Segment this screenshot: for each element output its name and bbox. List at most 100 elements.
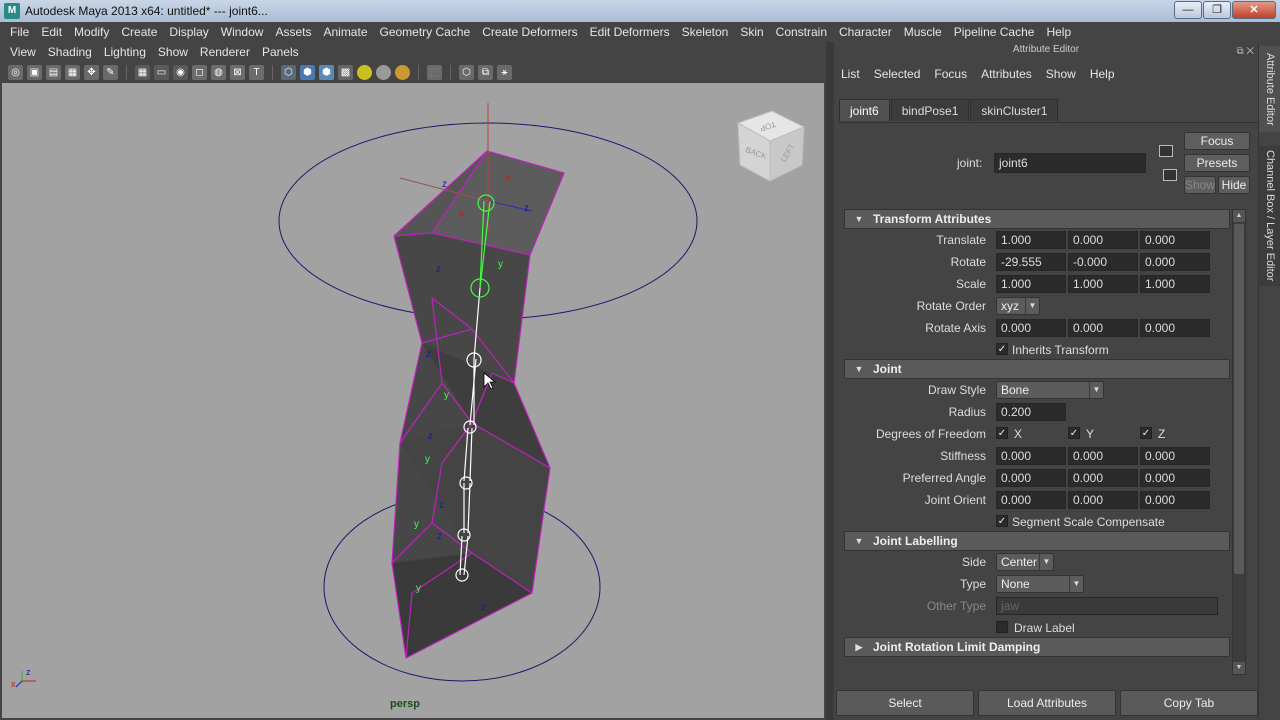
twisted-mesh[interactable] (391, 150, 565, 659)
rotate-axis-z-field[interactable]: 0.000 (1140, 319, 1210, 337)
draw-label-checkbox[interactable] (996, 621, 1008, 633)
translate-x-field[interactable]: 1.000 (996, 231, 1066, 249)
vp-menu-panels[interactable]: Panels (256, 45, 305, 59)
tab-joint6[interactable]: joint6 (839, 99, 890, 121)
ae-menu-selected[interactable]: Selected (867, 67, 928, 81)
rotate-axis-y-field[interactable]: 0.000 (1068, 319, 1138, 337)
rotate-order-dropdown[interactable]: xyz ▼ (996, 297, 1040, 315)
panel-splitter[interactable] (826, 42, 834, 720)
radius-field[interactable]: 0.200 (996, 403, 1066, 421)
node-name-field[interactable]: joint6 (994, 153, 1146, 173)
menu-modify[interactable]: Modify (68, 25, 115, 39)
joint-orient-y-field[interactable]: 0.000 (1068, 491, 1138, 509)
wireframe-icon[interactable]: ⬡ (281, 64, 296, 80)
preferred-angle-z-field[interactable]: 0.000 (1140, 469, 1210, 487)
output-connections-icon[interactable] (1163, 169, 1177, 181)
translate-y-field[interactable]: 0.000 (1068, 231, 1138, 249)
safe-title-icon[interactable]: T (249, 64, 264, 80)
stiffness-y-field[interactable]: 0.000 (1068, 447, 1138, 465)
menu-skin[interactable]: Skin (734, 25, 769, 39)
menu-geometry-cache[interactable]: Geometry Cache (374, 25, 477, 39)
resolution-gate-icon[interactable]: ◉ (173, 64, 188, 80)
ae-menu-list[interactable]: List (834, 67, 867, 81)
lights-icon[interactable] (357, 64, 372, 80)
select-camera-icon[interactable]: ◎ (8, 64, 23, 80)
vp-menu-shading[interactable]: Shading (42, 45, 98, 59)
show-button[interactable]: Show (1184, 176, 1216, 194)
shadows-icon[interactable] (376, 64, 391, 80)
section-joint-labelling[interactable]: ▼ Joint Labelling (844, 531, 1230, 551)
smooth-shade-icon[interactable]: ⬢ (300, 64, 315, 80)
xray-joints-icon[interactable]: ⧉ (478, 64, 493, 80)
minimize-button[interactable]: — (1174, 1, 1202, 19)
menu-window[interactable]: Window (215, 25, 270, 39)
scale-x-field[interactable]: 1.000 (996, 275, 1066, 293)
scale-y-field[interactable]: 1.000 (1068, 275, 1138, 293)
maximize-button[interactable]: ❐ (1203, 1, 1231, 19)
menu-create-deformers[interactable]: Create Deformers (476, 25, 583, 39)
float-panel-icon[interactable]: ⧉ ✕ (1236, 44, 1254, 60)
stiffness-x-field[interactable]: 0.000 (996, 447, 1066, 465)
menu-edit-deformers[interactable]: Edit Deformers (584, 25, 676, 39)
isolate-select-icon[interactable]: ⬚ (427, 64, 442, 80)
close-button[interactable]: ✕ (1232, 1, 1276, 19)
field-chart-icon[interactable]: ◍ (211, 64, 226, 80)
tab-skincluster1[interactable]: skinCluster1 (970, 99, 1059, 121)
bookmarks-icon[interactable]: ▤ (46, 64, 61, 80)
film-gate-icon[interactable]: ▭ (154, 64, 169, 80)
menu-create[interactable]: Create (115, 25, 163, 39)
preferred-angle-y-field[interactable]: 0.000 (1068, 469, 1138, 487)
select-button[interactable]: Select (836, 690, 974, 716)
persp-viewport[interactable]: z x x z z y z y z y z y z y z TOP BACK L… (2, 83, 824, 718)
section-joint[interactable]: ▼ Joint (844, 359, 1230, 379)
rotate-x-field[interactable]: -29.555 (996, 253, 1066, 271)
high-quality-icon[interactable] (395, 64, 410, 80)
scroll-down-icon[interactable]: ▼ (1233, 662, 1245, 674)
menu-skeleton[interactable]: Skeleton (676, 25, 735, 39)
gate-mask-icon[interactable]: ◻ (192, 64, 207, 80)
safe-action-icon[interactable]: ⊠ (230, 64, 245, 80)
copy-tab-button[interactable]: Copy Tab (1120, 690, 1258, 716)
joint-orient-x-field[interactable]: 0.000 (996, 491, 1066, 509)
side-dropdown[interactable]: Center ▼ (996, 553, 1054, 571)
vp-menu-show[interactable]: Show (152, 45, 194, 59)
focus-button[interactable]: Focus (1184, 132, 1250, 150)
rotate-axis-x-field[interactable]: 0.000 (996, 319, 1066, 337)
other-type-field[interactable]: jaw (996, 597, 1218, 615)
hide-button[interactable]: Hide (1218, 176, 1250, 194)
dof-y-checkbox[interactable]: ✓ (1068, 427, 1080, 439)
vp-menu-renderer[interactable]: Renderer (194, 45, 256, 59)
grid-icon[interactable]: ▦ (135, 64, 150, 80)
stiffness-z-field[interactable]: 0.000 (1140, 447, 1210, 465)
ae-menu-help[interactable]: Help (1083, 67, 1122, 81)
section-joint-rotation-limit-damping[interactable]: ▶ Joint Rotation Limit Damping (844, 637, 1230, 657)
joint-orient-z-field[interactable]: 0.000 (1140, 491, 1210, 509)
textured-icon[interactable]: ▩ (338, 64, 353, 80)
tab-bindpose1[interactable]: bindPose1 (890, 99, 970, 121)
menu-display[interactable]: Display (163, 25, 214, 39)
image-plane-icon[interactable]: ▦ (65, 64, 80, 80)
ae-menu-attributes[interactable]: Attributes (974, 67, 1039, 81)
section-transform-attributes[interactable]: ▼ Transform Attributes (844, 209, 1230, 229)
type-dropdown[interactable]: None ▼ (996, 575, 1084, 593)
menu-pipeline-cache[interactable]: Pipeline Cache (948, 25, 1041, 39)
vp-menu-view[interactable]: View (4, 45, 42, 59)
hardware-texture-icon[interactable]: ⚹ (497, 64, 512, 80)
segment-scale-checkbox[interactable]: ✓ (996, 515, 1008, 527)
two-d-pan-icon[interactable]: ✥ (84, 64, 99, 80)
preferred-angle-x-field[interactable]: 0.000 (996, 469, 1066, 487)
rotate-z-field[interactable]: 0.000 (1140, 253, 1210, 271)
menu-character[interactable]: Character (833, 25, 898, 39)
inherits-transform-checkbox[interactable]: ✓ (996, 343, 1008, 355)
ae-menu-focus[interactable]: Focus (927, 67, 974, 81)
draw-style-dropdown[interactable]: Bone ▼ (996, 381, 1104, 399)
menu-constrain[interactable]: Constrain (770, 25, 833, 39)
camera-attributes-icon[interactable]: ▣ (27, 64, 42, 80)
view-cube[interactable]: TOP BACK LEFT (736, 110, 806, 182)
ae-menu-show[interactable]: Show (1039, 67, 1083, 81)
scroll-thumb[interactable] (1234, 224, 1244, 574)
rotate-y-field[interactable]: -0.000 (1068, 253, 1138, 271)
menu-muscle[interactable]: Muscle (898, 25, 948, 39)
menu-help[interactable]: Help (1040, 25, 1077, 39)
input-connections-icon[interactable] (1159, 145, 1173, 157)
